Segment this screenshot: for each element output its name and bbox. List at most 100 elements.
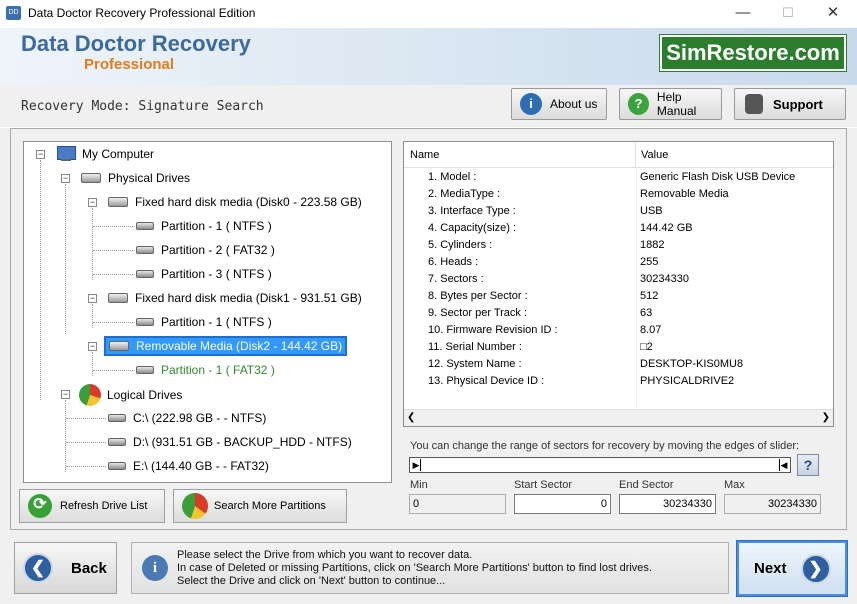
property-row[interactable]: 13. Physical Device ID : PHYSICALDRIVE2 — [404, 373, 833, 390]
collapse-toggle[interactable]: − — [88, 342, 97, 351]
end-sector-input[interactable]: 30234330 — [619, 494, 716, 514]
start-sector-input[interactable]: 0 — [514, 494, 611, 514]
help-manual-button[interactable]: ? Help Manual — [619, 88, 722, 120]
tree-node-physical-drives[interactable]: Physical Drives — [81, 168, 190, 188]
tree-node-my-computer[interactable]: My Computer — [56, 144, 154, 164]
search-more-partitions-button[interactable]: Search More Partitions — [173, 489, 347, 523]
horizontal-scrollbar[interactable]: ❮ ❯ — [404, 409, 833, 426]
help-icon: ? — [628, 93, 649, 115]
tree-node-disk0-partition2[interactable]: Partition - 2 ( FAT32 ) — [136, 240, 275, 260]
minimize-button[interactable]: — — [720, 0, 766, 28]
partition-icon — [136, 270, 154, 278]
collapse-toggle[interactable]: − — [61, 390, 70, 399]
property-row[interactable]: 10. Firmware Revision ID : 8.07 — [404, 322, 833, 339]
window-title: Data Doctor Recovery Professional Editio… — [28, 6, 256, 20]
refresh-label: Refresh Drive List — [60, 500, 148, 512]
next-label: Next — [754, 560, 787, 577]
app-icon: DD — [6, 6, 21, 20]
property-row[interactable]: 6. Heads : 255 — [404, 254, 833, 271]
maximize-button[interactable]: ☐ — [765, 0, 811, 28]
property-row[interactable]: 4. Capacity(size) : 144.42 GB — [404, 220, 833, 237]
hard-disk-icon — [108, 197, 128, 207]
tree-node-d-drive[interactable]: D:\ (931.51 GB - BACKUP_HDD - NTFS) — [108, 432, 352, 452]
property-row[interactable]: 12. System Name : DESKTOP-KIS0MU8 — [404, 356, 833, 373]
column-header-value[interactable]: Value — [636, 142, 833, 168]
property-row[interactable]: 1. Model : Generic Flash Disk USB Device — [404, 169, 833, 186]
about-us-button[interactable]: i About us — [511, 88, 607, 120]
sector-range-instruction: You can change the range of sectors for … — [410, 440, 800, 452]
property-value: 8.07 — [640, 324, 662, 336]
tree-node-disk0[interactable]: Fixed hard disk media (Disk0 - 223.58 GB… — [108, 192, 362, 212]
pie-chart-icon — [182, 493, 208, 519]
tree-node-e-drive[interactable]: E:\ (144.40 GB - - FAT32) — [108, 456, 269, 476]
collapse-toggle[interactable]: − — [61, 174, 70, 183]
simrestore-logo: SimRestore.com — [659, 34, 847, 72]
tree-node-label: C:\ (222.98 GB - - NTFS) — [133, 411, 267, 425]
property-value: 255 — [640, 256, 659, 268]
min-label: Min — [410, 479, 428, 491]
info-message-box: i Please select the Drive from which you… — [131, 542, 729, 594]
property-value: □2 — [640, 341, 653, 353]
property-name: 2. MediaType : — [428, 188, 501, 200]
next-button[interactable]: Next ❯ — [736, 540, 848, 597]
tree-node-label: My Computer — [82, 147, 155, 161]
min-field: 0 — [409, 494, 506, 514]
tree-node-disk2[interactable]: Removable Media (Disk2 - 144.42 GB) — [104, 333, 348, 359]
property-name: 12. System Name : — [428, 358, 522, 370]
tree-node-disk1[interactable]: Fixed hard disk media (Disk1 - 931.51 GB… — [108, 288, 362, 308]
slider-end-handle[interactable]: ◀ — [779, 459, 789, 471]
property-name: 3. Interface Type : — [428, 205, 516, 217]
drive-tree: − My Computer − Physical Drives − Fixed … — [23, 141, 392, 483]
tree-node-label: Partition - 1 ( NTFS ) — [161, 219, 272, 233]
info-line-1: Please select the Drive from which you w… — [177, 549, 473, 561]
tree-node-disk0-partition3[interactable]: Partition - 3 ( NTFS ) — [136, 264, 272, 284]
refresh-drive-list-button[interactable]: ⟳ Refresh Drive List — [19, 489, 165, 523]
refresh-icon: ⟳ — [28, 494, 52, 518]
support-person-icon — [745, 94, 763, 114]
property-row[interactable]: 2. MediaType : Removable Media — [404, 186, 833, 203]
drive-icon — [108, 462, 126, 470]
property-row[interactable]: 11. Serial Number : □2 — [404, 339, 833, 356]
property-value: 30234330 — [640, 273, 689, 285]
tree-node-disk2-partition1[interactable]: Partition - 1 ( FAT32 ) — [136, 360, 275, 380]
close-button[interactable]: ✕ — [810, 0, 856, 28]
collapse-toggle[interactable]: − — [88, 294, 97, 303]
property-name: 5. Cylinders : — [428, 239, 493, 251]
column-header-name[interactable]: Name — [404, 142, 636, 168]
search-more-label: Search More Partitions — [214, 500, 326, 512]
scroll-right-icon[interactable]: ❯ — [822, 410, 830, 426]
tree-node-label: Partition - 2 ( FAT32 ) — [161, 243, 275, 257]
property-row[interactable]: 7. Sectors : 30234330 — [404, 271, 833, 288]
property-value: Generic Flash Disk USB Device — [640, 171, 796, 183]
back-label: Back — [71, 559, 107, 577]
brand-subtitle: Professional — [84, 56, 175, 73]
property-name: 8. Bytes per Sector : — [428, 290, 528, 302]
tree-node-label: Physical Drives — [108, 171, 191, 185]
drive-icon — [81, 173, 101, 183]
property-row[interactable]: 9. Sector per Track : 63 — [404, 305, 833, 322]
tree-node-label: E:\ (144.40 GB - - FAT32) — [133, 459, 269, 473]
tree-node-c-drive[interactable]: C:\ (222.98 GB - - NTFS) — [108, 408, 266, 428]
tree-node-disk1-partition1[interactable]: Partition - 1 ( NTFS ) — [136, 312, 272, 332]
sector-range-slider[interactable]: ▶ ◀ — [409, 457, 791, 473]
tree-node-label: Partition - 1 ( NTFS ) — [161, 315, 272, 329]
tree-node-label: Partition - 3 ( NTFS ) — [161, 267, 272, 281]
next-arrow-icon: ❯ — [800, 553, 831, 584]
max-field: 30234330 — [724, 494, 821, 514]
back-button[interactable]: ❮ Back — [14, 542, 117, 594]
selected-node[interactable]: Removable Media (Disk2 - 144.42 GB) — [104, 336, 348, 356]
removable-media-icon — [109, 341, 129, 351]
property-row[interactable]: 3. Interface Type : USB — [404, 203, 833, 220]
tree-node-logical-drives[interactable]: Logical Drives — [79, 383, 182, 407]
property-row[interactable]: 5. Cylinders : 1882 — [404, 237, 833, 254]
tree-node-label: Partition - 1 ( FAT32 ) — [161, 363, 275, 377]
support-button[interactable]: Support — [734, 88, 846, 120]
scroll-left-icon[interactable]: ❮ — [407, 410, 415, 426]
slider-help-button[interactable]: ? — [797, 454, 819, 476]
tree-node-disk0-partition1[interactable]: Partition - 1 ( NTFS ) — [136, 216, 272, 236]
property-value: 144.42 GB — [640, 222, 693, 234]
property-row[interactable]: 8. Bytes per Sector : 512 — [404, 288, 833, 305]
hard-disk-icon — [108, 293, 128, 303]
collapse-toggle[interactable]: − — [36, 150, 45, 159]
collapse-toggle[interactable]: − — [88, 198, 97, 207]
